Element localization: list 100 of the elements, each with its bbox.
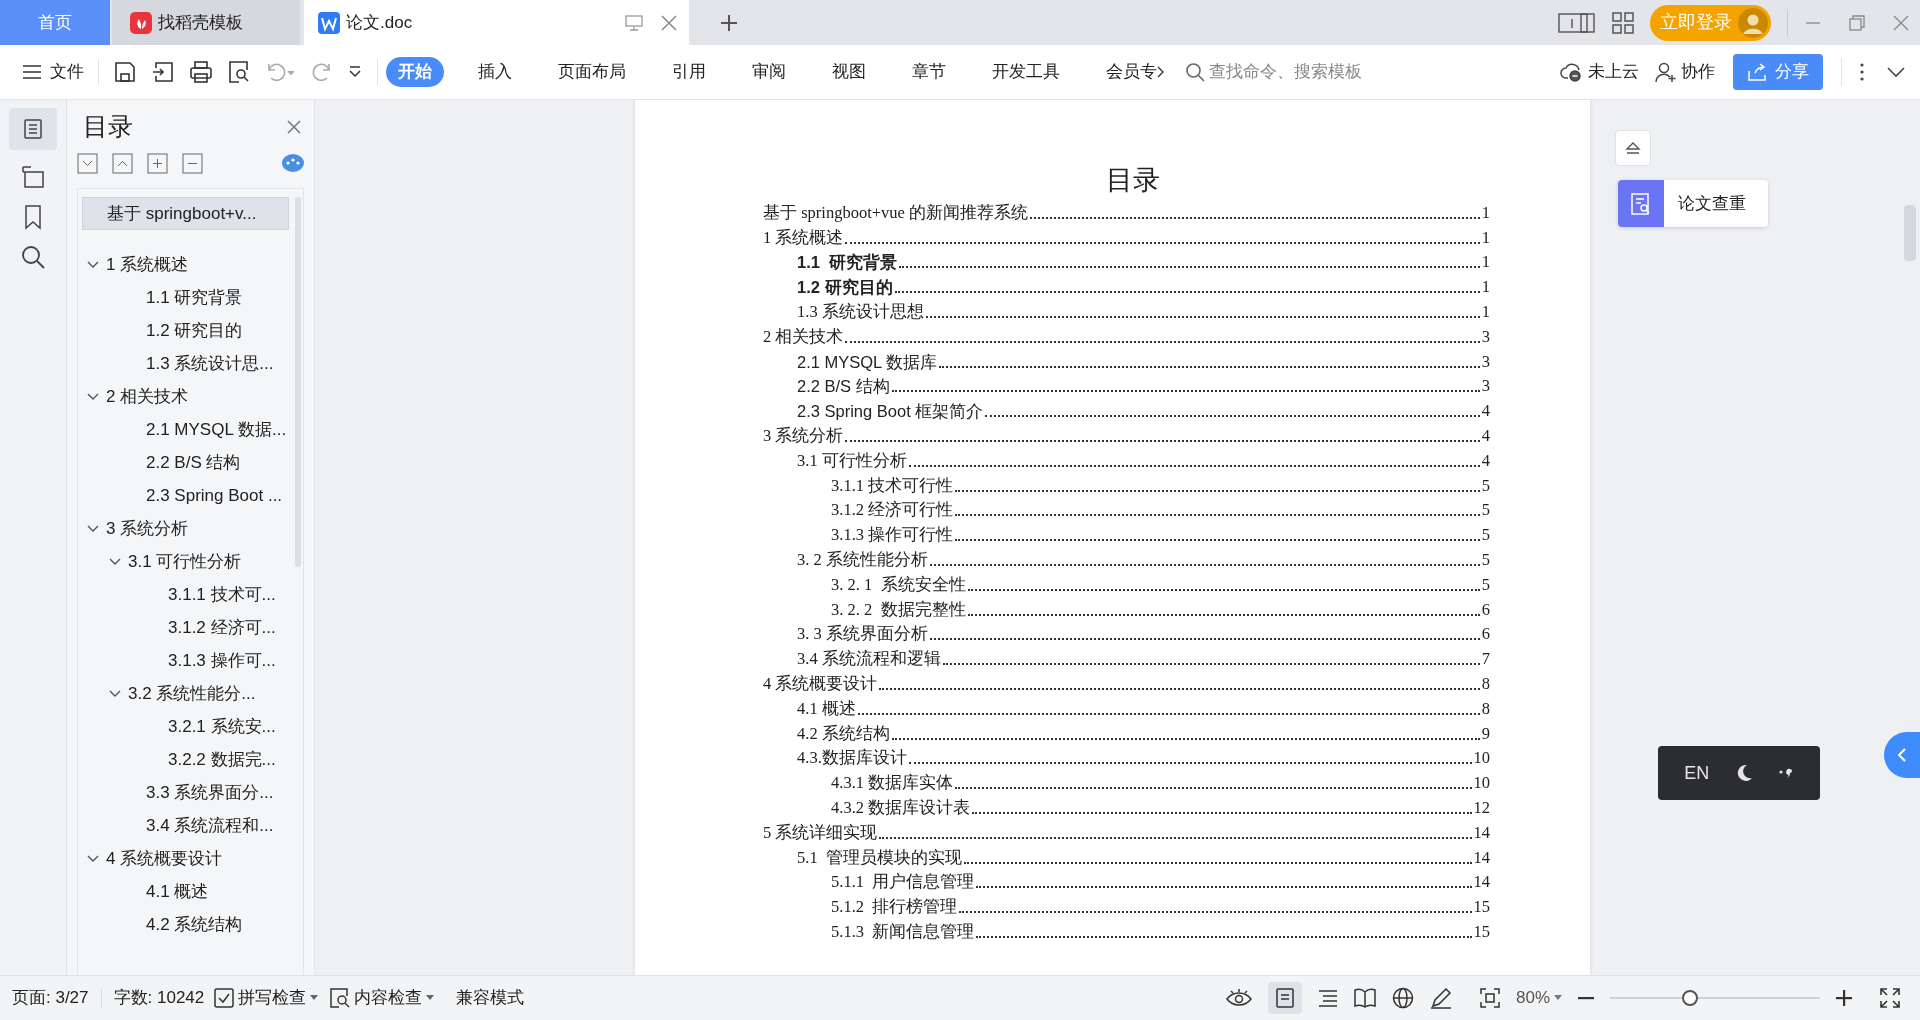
side-toggle-button[interactable]: [1884, 732, 1920, 778]
page-number: 10: [1473, 772, 1490, 795]
toc-entry: 2.2 B/S 结构: [797, 376, 890, 398]
page-number: 14: [1473, 871, 1490, 894]
toc-item[interactable]: 3.1.3 操作可...: [168, 647, 276, 674]
page-number: 10: [1473, 747, 1490, 770]
toc-item[interactable]: 1.1 研究背景: [146, 284, 243, 311]
search-icon[interactable]: [20, 244, 46, 270]
toc-item[interactable]: 3.3 系统界面分...: [146, 779, 274, 806]
plagiarism-check-button[interactable]: 论文查重: [1618, 180, 1768, 227]
pen-icon[interactable]: [1429, 987, 1452, 1009]
language-indicator: EN: [1684, 761, 1710, 785]
device-icon[interactable]: [1558, 11, 1596, 34]
toc-entry: 3. 2 系统性能分析: [797, 548, 928, 571]
chevron-down-icon[interactable]: [1886, 66, 1906, 78]
toc-item[interactable]: 3 系统分析: [106, 515, 189, 542]
zoom-out-icon[interactable]: [1578, 996, 1594, 1000]
toc-item[interactable]: 3.1.2 经济可...: [168, 614, 276, 641]
toc-panel-button[interactable]: [9, 108, 57, 150]
toc-entry: 3.1 可行性分析: [797, 449, 907, 472]
close-icon[interactable]: [1892, 13, 1910, 32]
zoom-in-icon[interactable]: [1836, 990, 1852, 1006]
spell-check-button[interactable]: 拼写检查: [214, 985, 319, 1011]
page-number: 1: [1481, 201, 1490, 224]
ribbon-tab[interactable]: 开发工具: [980, 57, 1072, 87]
toc-item[interactable]: 2.2 B/S 结构: [146, 449, 241, 476]
toc-item[interactable]: 1.2 研究目的: [146, 317, 243, 344]
ribbon-tab[interactable]: 审阅: [740, 57, 798, 87]
toc-item[interactable]: 3.1 可行性分析: [128, 548, 242, 575]
chevron-down-icon[interactable]: [347, 64, 363, 80]
ribbon-tab[interactable]: 会员专: [1094, 57, 1169, 87]
close-icon[interactable]: [661, 14, 677, 31]
toc-item[interactable]: 3.2 系统性能分...: [128, 680, 256, 707]
bookmark-icon[interactable]: [22, 204, 44, 230]
search-field[interactable]: 查找命令、搜索模板: [1185, 59, 1415, 85]
toc-item[interactable]: 2.3 Spring Boot ...: [146, 482, 283, 509]
tab-label: 论文.doc: [346, 11, 413, 34]
page-number: 8: [1481, 697, 1490, 720]
toc-item[interactable]: 4.1 概述: [146, 878, 209, 905]
page-view-button[interactable]: [1267, 982, 1302, 1014]
input-method-widget[interactable]: EN: [1658, 746, 1820, 800]
toc-item[interactable]: 4.2 系统结构: [146, 911, 243, 938]
print-icon[interactable]: [189, 60, 213, 84]
ribbon-tab[interactable]: 章节: [900, 57, 958, 87]
page-indicator[interactable]: 页面: 3/27: [12, 985, 89, 1011]
toc-entry: 3.4 系统流程和逻辑: [797, 648, 941, 671]
page-number: 15: [1473, 920, 1490, 943]
toc-item[interactable]: 3.1.1 技术可...: [168, 581, 276, 608]
toc-item[interactable]: 3.2.2 数据完...: [168, 746, 276, 773]
content-check-button[interactable]: 内容检查: [330, 985, 435, 1011]
toc-item[interactable]: 基于 springboot+v...: [82, 197, 289, 230]
ribbon-tab[interactable]: 引用: [660, 57, 718, 87]
ribbon-tab[interactable]: 页面布局: [546, 57, 638, 87]
scrollbar[interactable]: [1904, 205, 1916, 261]
ribbon-tab[interactable]: 插入: [466, 57, 524, 87]
toc-item[interactable]: 1 系统概述: [106, 251, 189, 278]
toc-item[interactable]: 2.1 MYSQL 数据...: [146, 416, 287, 443]
page-number: 14: [1473, 846, 1490, 869]
zoom-slider-thumb[interactable]: [1681, 990, 1698, 1006]
toc-item[interactable]: 2 相关技术: [106, 383, 189, 410]
collapse-down-icon[interactable]: [77, 152, 98, 174]
outline-icon[interactable]: [20, 164, 46, 190]
page-number: 6: [1481, 598, 1490, 621]
menu-icon: [22, 64, 42, 80]
cloud-status-button[interactable]: 未上云: [1560, 59, 1639, 85]
page-number: 7: [1481, 648, 1490, 671]
toc-item[interactable]: 1.3 系统设计思...: [146, 350, 274, 377]
print-preview-icon[interactable]: [227, 60, 251, 84]
globe-icon[interactable]: [1391, 987, 1414, 1009]
toc-item[interactable]: 3.2.1 系统安...: [168, 713, 276, 740]
word-count[interactable]: 字数: 10242: [113, 985, 205, 1011]
toc-entry: 1 系统概述: [763, 226, 844, 249]
toc-item[interactable]: 4 系统概要设计: [106, 845, 223, 872]
add-icon[interactable]: [147, 152, 168, 174]
chevron-right-icon[interactable]: [1155, 65, 1165, 79]
grid-icon[interactable]: [1612, 11, 1634, 34]
tab[interactable]: 找稻壳模板: [112, 0, 300, 45]
outline-view-icon[interactable]: [1317, 989, 1338, 1007]
expand-up-icon[interactable]: [112, 152, 133, 174]
eye-icon[interactable]: [1225, 988, 1252, 1008]
close-icon[interactable]: [286, 119, 302, 135]
more-icon[interactable]: [1860, 63, 1864, 81]
remove-icon[interactable]: [182, 152, 203, 174]
file-menu[interactable]: 文件: [22, 59, 84, 85]
page-number: 5: [1481, 573, 1490, 596]
collapse-panel-button[interactable]: [1615, 130, 1651, 166]
fit-page-icon[interactable]: [1479, 988, 1500, 1008]
zoom-dropdown[interactable]: 80%: [1515, 985, 1562, 1011]
collaborate-button[interactable]: 协作: [1655, 59, 1715, 85]
document-title: 目录: [1105, 164, 1160, 197]
export-icon[interactable]: [151, 60, 175, 84]
page-number: 3: [1481, 350, 1490, 373]
book-icon[interactable]: [1353, 988, 1376, 1008]
save-icon[interactable]: [113, 60, 137, 84]
toc-entry: 基于 springboot+vue 的新闻推荐系统: [763, 201, 1028, 224]
fullscreen-icon[interactable]: [1880, 988, 1900, 1008]
toc-item[interactable]: 3.4 系统流程和...: [146, 812, 274, 839]
ribbon-tab[interactable]: 视图: [820, 57, 878, 87]
add-tab-icon[interactable]: [719, 12, 739, 33]
tab[interactable]: 论文.doc: [304, 0, 689, 45]
